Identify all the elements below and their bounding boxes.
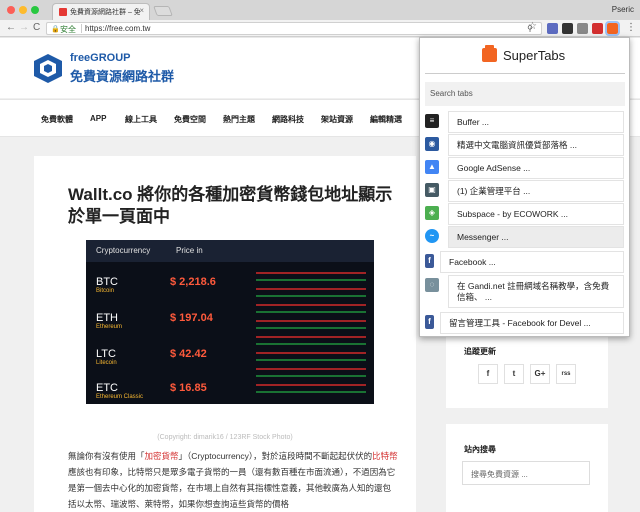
facebook-icon: f <box>425 315 434 329</box>
window-minimize-button[interactable] <box>19 6 27 14</box>
supertabs-title: SuperTabs <box>503 48 566 63</box>
search-heading: 站內搜尋 <box>464 445 496 454</box>
site-search-input[interactable]: 搜尋免費資源 ... <box>462 461 590 485</box>
browser-menu-icon[interactable]: ⋮ <box>626 22 636 33</box>
article-image: Cryptocurrency Price in BTC Bitcoin $ 2,… <box>86 240 374 404</box>
extension-icon[interactable] <box>577 23 588 34</box>
nav-item[interactable]: 熱門主題 <box>223 114 255 125</box>
tab-item-adsense[interactable]: Google AdSense ... <box>448 157 624 179</box>
bookmark-star-icon[interactable]: ☆ <box>528 21 537 32</box>
buffer-icon: ≡ <box>425 114 439 128</box>
coin-symbol: BTC <box>96 276 118 288</box>
image-header-label: Price in <box>176 246 203 255</box>
site-logo-zh[interactable]: 免費資源網路社群 <box>70 66 174 85</box>
url-text[interactable]: https://free.com.tw <box>85 24 150 33</box>
coin-price: $ 197.04 <box>170 312 213 324</box>
inline-link[interactable]: 加密貨幣 <box>145 451 179 461</box>
inline-link[interactable]: 比特幣 <box>372 451 398 461</box>
tab-title: 免費資源網路社群 – 免費資源網路社群 <box>70 9 140 16</box>
lock-icon: 🔒 <box>51 26 60 33</box>
twitter-icon[interactable]: t <box>504 364 524 384</box>
url-separator <box>81 24 82 33</box>
divider <box>425 73 625 74</box>
extension-icon[interactable] <box>592 23 603 34</box>
tab-item-subspace[interactable]: Subspace - by ECOWORK ... <box>448 203 624 225</box>
tab-item-business[interactable]: (1) 企業管理平台 ... <box>448 180 624 202</box>
coin-symbol: LTC <box>96 348 116 360</box>
nav-item[interactable]: 免費軟體 <box>41 114 73 125</box>
profile-name[interactable]: Pseric <box>612 5 634 14</box>
secure-label: 安全 <box>60 25 76 34</box>
tab-item-gandi[interactable]: 在 Gandi.net 註冊網域名稱教學，含免費信箱、 ... <box>448 275 624 308</box>
site-logo-icon[interactable] <box>32 52 64 84</box>
rss-icon[interactable]: rss <box>556 364 576 384</box>
body-text: 」（Cryptocurrency），對於這段時間不斷起起伏伏的 <box>178 451 373 461</box>
article-card: Wallt.co 將你的各種加密貨幣錢包地址顯示於單一頁面中 Cryptocur… <box>34 156 416 512</box>
back-button[interactable]: ← <box>6 22 16 33</box>
image-caption: (Copyright: dimarik16 / 123RF Stock Phot… <box>157 434 293 441</box>
nav-item[interactable]: 線上工具 <box>125 114 157 125</box>
supertabs-logo-icon <box>482 45 497 62</box>
google-plus-icon[interactable]: G+ <box>530 364 550 384</box>
tab-strip: 免費資源網路社群 – 免費資源網路社群 × Pseric <box>0 0 640 20</box>
body-text: 無論你有沒有使用「 <box>68 451 145 461</box>
buffer-extension-icon[interactable] <box>562 23 573 34</box>
supertabs-extension-icon[interactable] <box>605 21 620 36</box>
coin-price: $ 2,218.6 <box>170 276 216 288</box>
body-text: 應該也有印象，比特幣只是眾多電子貨幣的一員（還有數百種在市面流通），不過因為它是… <box>68 467 396 509</box>
reload-button[interactable]: C <box>33 22 40 33</box>
coin-price: $ 42.42 <box>170 348 207 360</box>
coin-name: Ethereum Classic <box>96 394 144 400</box>
business-icon: ▣ <box>425 183 439 197</box>
adsense-icon: ▲ <box>425 160 439 174</box>
nav-item[interactable]: 編輯精選 <box>370 114 402 125</box>
coin-name: Ethereum <box>96 324 123 330</box>
tab-item-messenger[interactable]: Messenger ... <box>448 226 624 248</box>
messenger-icon: ~ <box>425 229 439 243</box>
tab-item-facebook[interactable]: Facebook ... <box>440 251 624 273</box>
tab-search-input[interactable]: Search tabs <box>425 82 625 106</box>
coin-symbol: ETH <box>96 312 118 324</box>
tab-item-buffer[interactable]: Buffer ... <box>448 111 624 133</box>
coin-name: Litecoin <box>96 360 117 366</box>
nav-item[interactable]: 架站資源 <box>321 114 353 125</box>
tab-close-icon[interactable]: × <box>139 6 144 15</box>
price-ticker-graphic <box>256 270 366 400</box>
site-logo-en[interactable]: freeGROUP <box>70 52 131 64</box>
supertabs-popup: SuperTabs Search tabs ≡ Buffer ... ◉ 精選中… <box>419 37 630 337</box>
facebook-icon: f <box>425 254 434 268</box>
image-header-label: Cryptocurrency <box>96 246 151 255</box>
article-title[interactable]: Wallt.co 將你的各種加密貨幣錢包地址顯示於單一頁面中 <box>68 184 398 228</box>
subspace-icon: ◈ <box>425 206 439 220</box>
tab-item-blog[interactable]: 精選中文電腦資訊優質部落格 ... <box>448 134 624 156</box>
nav-item[interactable]: 網路科技 <box>272 114 304 125</box>
gandi-icon: ◌ <box>425 278 439 292</box>
browser-tab[interactable]: 免費資源網路社群 – 免費資源網路社群 × <box>52 3 150 20</box>
nav-item[interactable]: 免費空間 <box>174 114 206 125</box>
nav-item[interactable]: APP <box>90 114 106 123</box>
window-close-button[interactable] <box>7 6 15 14</box>
article-body: 無論你有沒有使用「加密貨幣」（Cryptocurrency），對於這段時間不斷起… <box>68 448 398 512</box>
coin-name: Bitcoin <box>96 288 115 294</box>
browser-toolbar: ← → C 🔒 安全 https://free.com.tw ⚲ ☆ ⋮ <box>0 20 640 37</box>
new-tab-button[interactable] <box>153 6 173 16</box>
coin-symbol: ETC <box>96 382 118 394</box>
feed-icon: ◉ <box>425 137 439 151</box>
facebook-icon[interactable]: f <box>478 364 498 384</box>
forward-button[interactable]: → <box>19 22 29 33</box>
address-bar[interactable]: 🔒 安全 https://free.com.tw ⚲ <box>46 22 542 35</box>
tab-item-comment-tool[interactable]: 留言管理工具 - Facebook for Devel ... <box>440 312 624 334</box>
coin-price: $ 16.85 <box>170 382 207 394</box>
extension-icon[interactable] <box>547 23 558 34</box>
site-favicon-icon <box>59 8 67 16</box>
follow-heading: 追蹤更新 <box>464 347 496 356</box>
window-maximize-button[interactable] <box>31 6 39 14</box>
